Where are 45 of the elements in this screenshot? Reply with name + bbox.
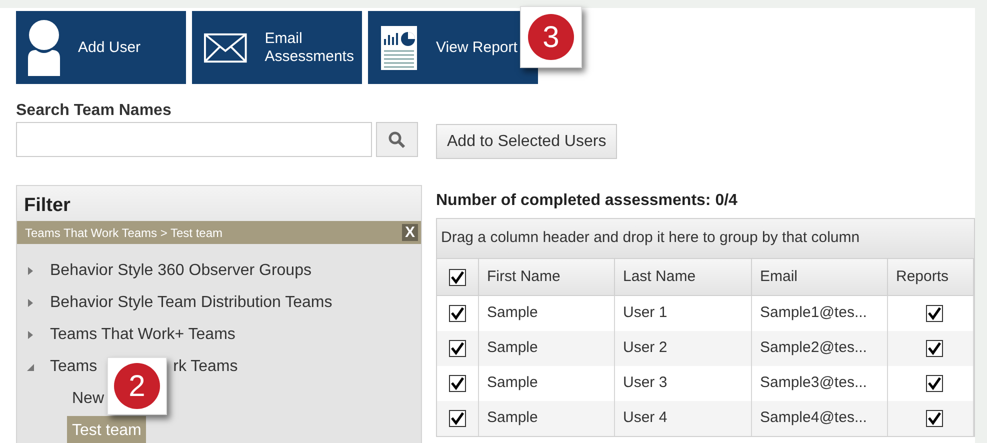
report-icon	[380, 24, 418, 70]
checkbox[interactable]	[449, 410, 466, 427]
table-cell: Sample2@tes...	[752, 331, 888, 366]
table-cell: Sample	[479, 401, 615, 436]
search-button[interactable]	[376, 122, 418, 157]
envelope-icon	[204, 32, 247, 62]
toolbar-button[interactable]: Email Assessments	[192, 11, 362, 84]
group-hint: Drag a column header and drop it here to group by that column	[437, 219, 974, 259]
callout-badge: 2	[107, 357, 167, 415]
add-to-selected-users-button[interactable]: Add to Selected Users	[436, 124, 618, 159]
checkbox[interactable]	[926, 340, 943, 357]
search-label: Search Team Names	[16, 101, 172, 121]
column-header[interactable]: Last Name	[615, 259, 752, 296]
summary-heading: Number of completed assessments: 0/4	[436, 191, 738, 211]
checkbox[interactable]	[449, 375, 466, 392]
collapse-arrow-icon[interactable]	[27, 362, 35, 372]
column-header[interactable]: First Name	[479, 259, 615, 296]
search-icon	[388, 130, 406, 148]
filter-title: Filter	[17, 186, 421, 221]
column-header[interactable]: Reports	[888, 259, 974, 296]
checkbox[interactable]	[926, 410, 943, 427]
tree-item[interactable]: Behavior Style Team Distribution Teams	[17, 287, 421, 319]
checkbox[interactable]	[449, 268, 466, 286]
breadcrumb: Teams That Work Teams > Test team	[25, 224, 223, 242]
table-cell: User 2	[615, 331, 752, 366]
tree-item[interactable]: Behavior Style 360 Observer Groups	[17, 255, 421, 287]
expand-arrow-icon[interactable]	[27, 330, 35, 340]
person-icon	[28, 20, 60, 76]
expand-arrow-icon[interactable]	[27, 298, 35, 308]
table-cell: Sample	[479, 331, 615, 366]
tree-item[interactable]: New	[67, 384, 110, 414]
clear-filter-button[interactable]: X	[402, 224, 418, 241]
checkbox[interactable]	[926, 305, 943, 322]
checkbox[interactable]	[449, 305, 466, 322]
toolbar-button[interactable]: Add User	[16, 11, 186, 84]
checkbox[interactable]	[449, 340, 466, 357]
search-field[interactable]	[16, 122, 372, 157]
column-header[interactable]: Email	[752, 259, 888, 296]
expand-arrow-icon[interactable]	[27, 266, 35, 276]
callout-badge: 3	[520, 6, 582, 68]
tree-item[interactable]: Teams That Work+ Teams	[17, 319, 421, 351]
table-cell: User 4	[615, 401, 752, 436]
checkbox[interactable]	[926, 375, 943, 392]
toolbar-button[interactable]: View Report	[368, 11, 538, 84]
table-cell: Sample4@tes...	[752, 401, 888, 436]
